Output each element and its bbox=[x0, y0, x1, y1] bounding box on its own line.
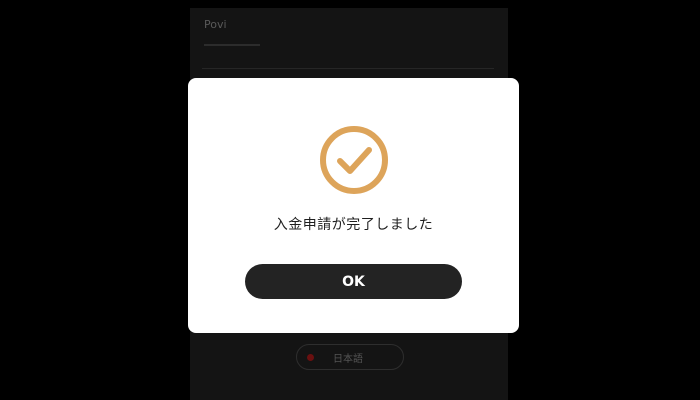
language-label: 日本語 bbox=[333, 354, 363, 365]
screen: Povi 日本語 入金申請が完了しました OK bbox=[0, 0, 700, 400]
ok-button[interactable]: OK bbox=[245, 264, 462, 299]
divider bbox=[202, 68, 494, 69]
tab-label: Povi bbox=[204, 18, 227, 31]
language-selector[interactable]: 日本語 bbox=[296, 344, 404, 370]
japan-flag-icon bbox=[307, 354, 314, 361]
success-dialog: 入金申請が完了しました OK bbox=[188, 78, 519, 333]
dialog-message: 入金申請が完了しました bbox=[273, 217, 434, 233]
check-circle-icon bbox=[320, 126, 388, 194]
